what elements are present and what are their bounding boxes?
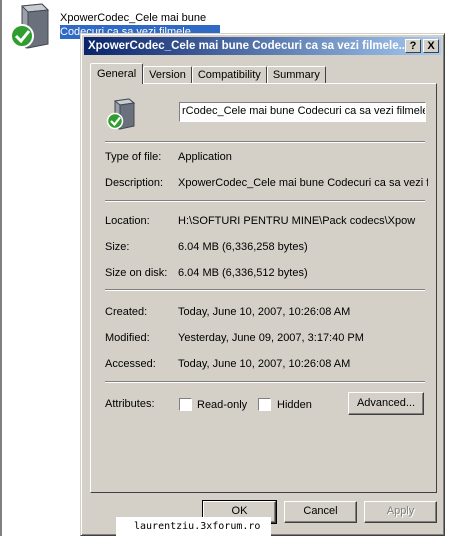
general-tab-panel: rCodec_Cele mai bune Codecuri ca sa vezi… [90,83,437,493]
executable-check-icon [10,3,50,49]
created-value: Today, June 10, 2007, 10:26:08 AM [178,306,351,318]
apply-button[interactable]: Apply [364,501,437,523]
hidden-checkbox[interactable] [258,398,271,411]
cancel-button[interactable]: Cancel [284,501,357,523]
size-label: Size: [105,241,130,253]
description-value: XpowerCodec_Cele mai bune Codecuri ca sa… [178,177,428,189]
attributes-label: Attributes: [105,398,155,410]
separator [105,289,425,291]
window-left-edge [0,0,2,536]
tab-summary[interactable]: Summary [266,66,326,84]
separator [105,381,425,383]
desktop-file-icon[interactable] [8,2,50,50]
size-value: 6.04 MB (6,336,258 bytes) [178,241,308,253]
watermark: laurentziu.3xforum.ro [116,517,271,536]
dialog-titlebar[interactable]: XpowerCodec_Cele mai bune Codecuri ca sa… [84,37,441,55]
hidden-label: Hidden [277,399,312,411]
file-icon [106,98,136,130]
size-on-disk-value: 6.04 MB (6,336,512 bytes) [178,267,308,279]
type-label: Type of file: [105,151,162,163]
modified-label: Modified: [105,332,150,344]
properties-dialog: XpowerCodec_Cele mai bune Codecuri ca sa… [80,33,445,536]
file-name-input[interactable]: rCodec_Cele mai bune Codecuri ca sa vezi… [179,102,426,122]
tab-version[interactable]: Version [143,66,192,84]
created-label: Created: [105,306,148,318]
executable-check-icon [106,98,136,130]
tab-strip: General Version Compatibility Summary [90,63,326,84]
close-button[interactable]: X [423,39,439,53]
tab-general[interactable]: General [90,63,144,84]
separator [105,200,425,202]
dialog-title: XpowerCodec_Cele mai bune Codecuri ca sa… [88,40,405,52]
description-label: Description: [105,177,164,189]
size-on-disk-label: Size on disk: [105,267,168,279]
accessed-value: Today, June 10, 2007, 10:26:08 AM [178,358,351,370]
readonly-checkbox[interactable] [179,398,192,411]
location-value: H:\SOFTURI PENTRU MINE\Pack codecs\Xpow [178,215,416,227]
modified-value: Yesterday, June 09, 2007, 3:17:40 PM [178,332,364,344]
location-label: Location: [105,215,150,227]
advanced-button[interactable]: Advanced... [348,392,424,415]
type-value: Application [178,151,232,163]
accessed-label: Accessed: [105,358,156,370]
desktop-file-name-line1: XpowerCodec_Cele mai bune [60,12,207,24]
readonly-label: Read-only [197,399,248,411]
separator [105,141,425,143]
tab-compatibility[interactable]: Compatibility [191,66,267,84]
help-button[interactable]: ? [405,39,421,53]
